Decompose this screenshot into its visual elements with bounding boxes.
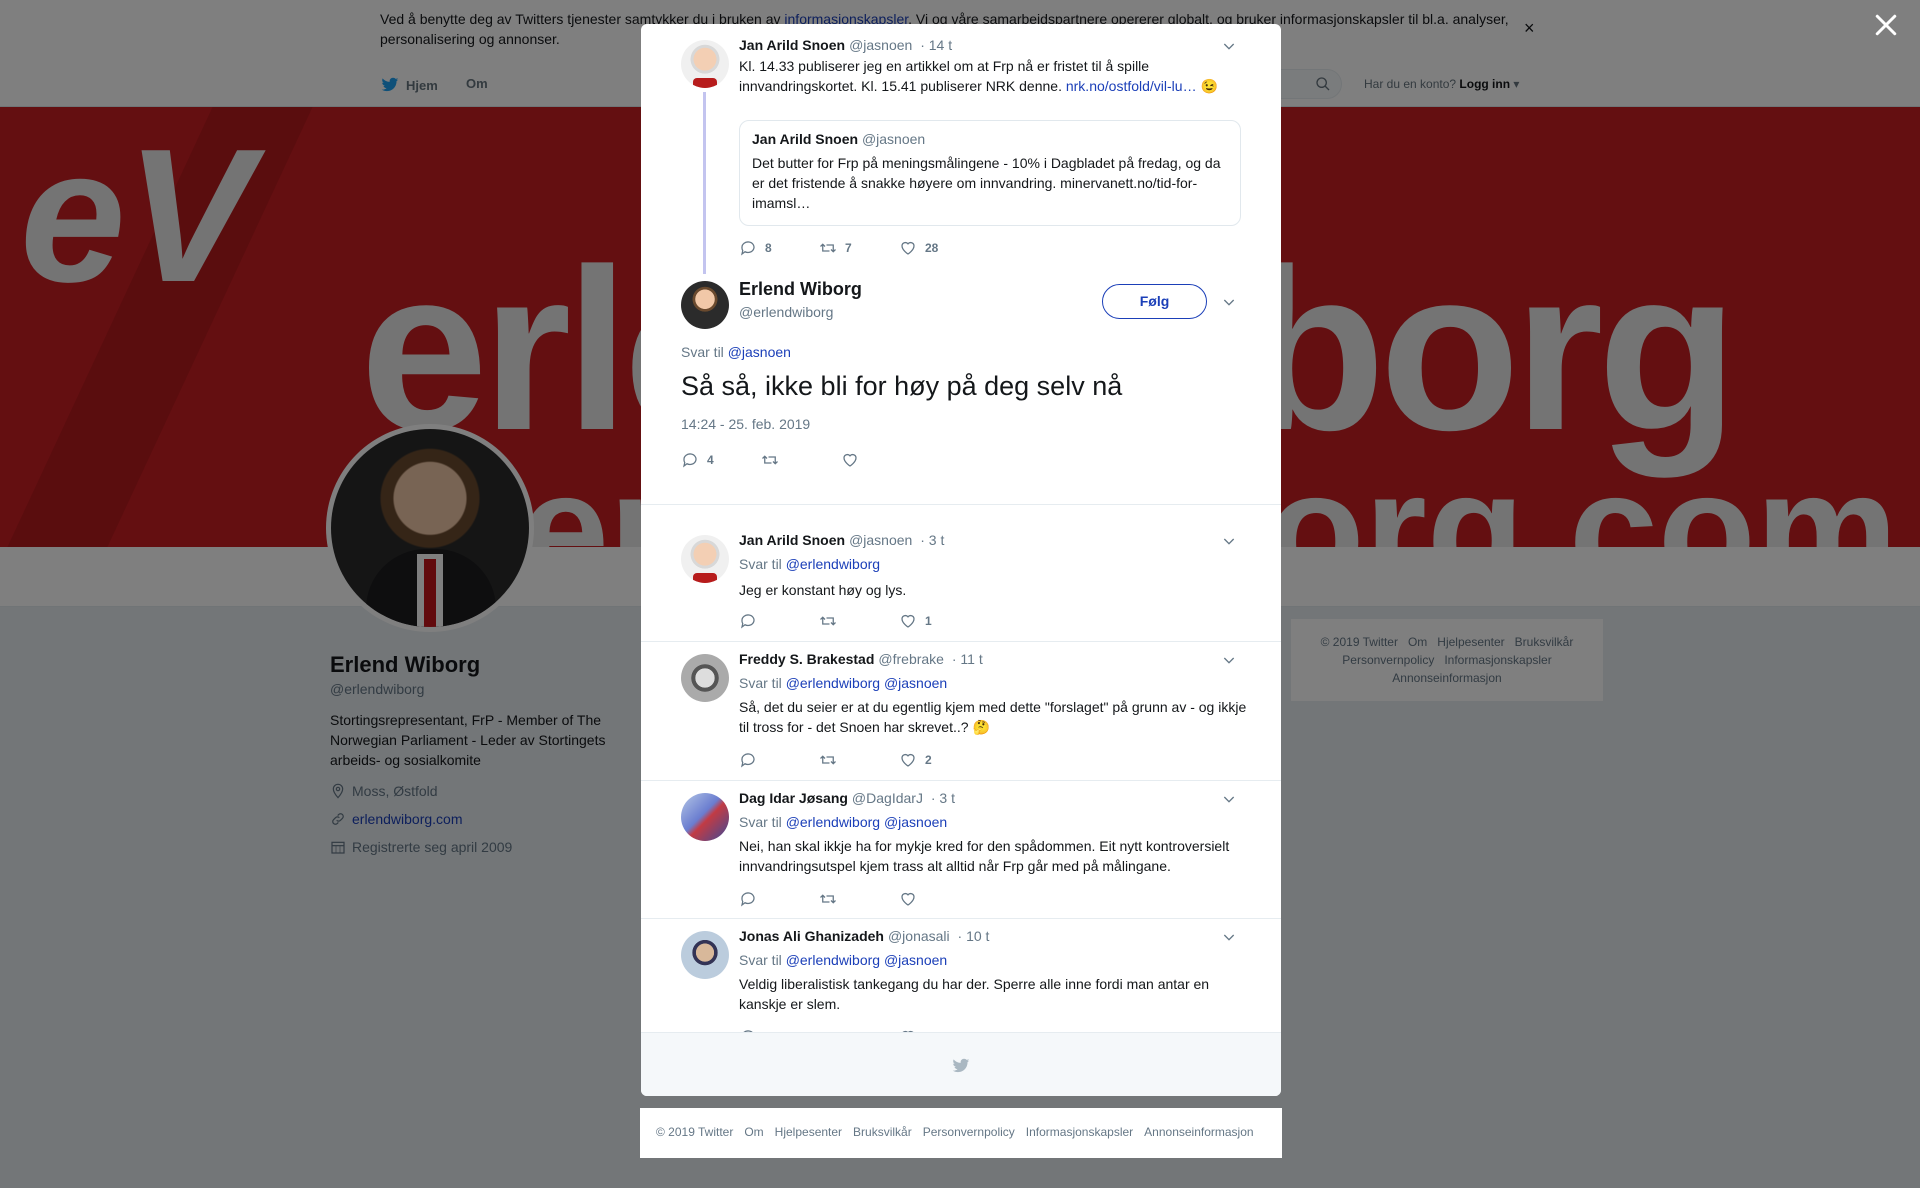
retweet-button[interactable] [761, 451, 841, 469]
avatar[interactable] [681, 535, 729, 583]
avatar[interactable] [681, 281, 729, 329]
reply-button[interactable]: 4 [681, 451, 761, 469]
thread-line [703, 92, 706, 274]
follow-button[interactable]: Følg [1102, 284, 1207, 319]
reply-button[interactable]: 8 [739, 239, 819, 257]
footer-link[interactable]: Informasjonskapsler [1026, 1125, 1133, 1139]
mention-link[interactable]: @jasnoen [728, 344, 791, 360]
list-item[interactable]: Jonas Ali Ghanizadeh @jonasali · 10 t Sva… [641, 919, 1281, 1045]
chevron-down-icon[interactable] [1221, 929, 1237, 945]
main-tweet-actions: 4 [681, 450, 921, 470]
like-button[interactable]: 1 [899, 612, 979, 630]
footer-link[interactable]: © 2019 Twitter [656, 1125, 733, 1139]
modal-footer [641, 1032, 1281, 1096]
reply-button[interactable] [739, 890, 819, 908]
close-icon[interactable] [1871, 10, 1901, 40]
retweet-icon [820, 894, 836, 904]
tweet-actions: 2 [739, 750, 979, 770]
chevron-down-icon[interactable] [1221, 791, 1237, 807]
quoted-tweet[interactable]: Jan Arild Snoen @jasnoen Det butter for … [739, 120, 1241, 226]
twitter-bird-icon [952, 1058, 970, 1073]
reply-icon [741, 892, 755, 907]
footer-link[interactable]: Bruksvilkår [853, 1125, 912, 1139]
avatar[interactable] [681, 793, 729, 841]
tweet-text: Kl. 14.33 publiserer jeg en artikkel om … [739, 58, 1218, 94]
like-button[interactable] [841, 451, 921, 469]
like-button[interactable]: 2 [899, 751, 979, 769]
tweet-modal: Jan Arild Snoen @jasnoen · 14 t Kl. 14.33… [641, 24, 1281, 1096]
main-tweet-author-handle[interactable]: @erlendwiborg [739, 304, 833, 320]
reply-icon [683, 453, 697, 468]
like-button[interactable]: 28 [899, 239, 979, 257]
tweet-author[interactable]: Freddy S. Brakestad @frebrake · 11 t [739, 651, 983, 667]
mention-link[interactable]: @erlendwiborg [786, 675, 880, 691]
mention-link[interactable]: @erlendwiborg [786, 556, 880, 572]
reply-button[interactable] [739, 751, 819, 769]
retweet-icon [820, 755, 836, 765]
retweet-button[interactable] [819, 612, 899, 630]
reply-icon [741, 614, 755, 629]
tweet-actions: 1 [739, 611, 979, 631]
reply-to-line: Svar til @erlendwiborg @jasnoen [739, 814, 948, 830]
reply-to-line: Svar til @jasnoen [681, 344, 791, 360]
chevron-down-icon[interactable] [1221, 294, 1237, 310]
list-item[interactable]: Freddy S. Brakestad @frebrake · 11 t Svar… [641, 642, 1281, 780]
tweet-link[interactable]: nrk.no/ostfold/vil-lu… [1066, 78, 1197, 94]
like-icon [901, 892, 915, 906]
avatar[interactable] [681, 654, 729, 702]
page-footer: © 2019 Twitter Om Hjelpesenter Bruksvilkår P… [640, 1108, 1282, 1158]
retweet-icon [820, 616, 836, 626]
thinking-emoji: 🤔 [972, 719, 990, 735]
mention-link[interactable]: @jasnoen [884, 675, 947, 691]
retweet-button[interactable] [819, 751, 899, 769]
like-icon [843, 453, 857, 467]
tweet-actions: 8 7 28 [739, 238, 979, 258]
chevron-down-icon[interactable] [1221, 38, 1237, 54]
footer-link[interactable]: Hjelpesenter [775, 1125, 842, 1139]
mention-link[interactable]: @erlendwiborg [786, 814, 880, 830]
retweet-button[interactable] [819, 890, 899, 908]
retweet-icon [820, 243, 836, 253]
footer-link[interactable]: Om [744, 1125, 763, 1139]
tweet-text: Så, det du seier er at du egentlig kjem … [739, 699, 1247, 735]
list-item[interactable]: Jan Arild Snoen @jasnoen · 3 t Svar til @… [641, 505, 1281, 641]
like-icon [901, 241, 915, 255]
reply-icon [741, 241, 755, 256]
parent-tweet[interactable]: Jan Arild Snoen @jasnoen · 14 t Kl. 14.33… [641, 24, 1281, 274]
retweet-button[interactable]: 7 [819, 239, 899, 257]
avatar[interactable] [681, 40, 729, 88]
chevron-down-icon[interactable] [1221, 533, 1237, 549]
avatar[interactable] [681, 931, 729, 979]
list-item[interactable]: Dag Idar Jøsang @DagIdarJ · 3 t Svar til … [641, 781, 1281, 919]
tweet-actions [739, 889, 979, 909]
wink-emoji: 😉 [1200, 78, 1218, 94]
main-tweet-text: Så så, ikke bli for høy på deg selv nå [681, 371, 1123, 401]
tweet-author[interactable]: Jan Arild Snoen @jasnoen · 3 t [739, 532, 944, 548]
tweet-text: Jeg er konstant høy og lys. [739, 582, 907, 598]
like-icon [901, 753, 915, 767]
mention-link[interactable]: @jasnoen [884, 952, 947, 968]
main-tweet-timestamp[interactable]: 14:24 - 25. feb. 2019 [681, 416, 810, 432]
mention-link[interactable]: @erlendwiborg [786, 952, 880, 968]
tweet-text: Nei, han skal ikkje ha for mykje kred fo… [739, 838, 1230, 874]
tweet-author[interactable]: Dag Idar Jøsang @DagIdarJ · 3 t [739, 790, 955, 806]
tweet-text: Veldig liberalistisk tankegang du har de… [739, 976, 1210, 1012]
mention-link[interactable]: @jasnoen [884, 814, 947, 830]
quoted-tweet-text: Det butter for Frp på meningsmålingene -… [752, 155, 1221, 211]
like-icon [901, 614, 915, 628]
reply-to-line: Svar til @erlendwiborg @jasnoen [739, 675, 948, 691]
retweet-icon [762, 455, 778, 465]
reply-to-line: Svar til @erlendwiborg [739, 556, 881, 572]
main-tweet-author-name[interactable]: Erlend Wiborg [739, 279, 862, 300]
reply-icon [741, 753, 755, 768]
tweet-author[interactable]: Jan Arild Snoen @jasnoen · 14 t [739, 37, 952, 53]
reply-button[interactable] [739, 612, 819, 630]
footer-link[interactable]: Personvernpolicy [923, 1125, 1015, 1139]
footer-link[interactable]: Annonseinformasjon [1144, 1125, 1253, 1139]
reply-to-line: Svar til @erlendwiborg @jasnoen [739, 952, 948, 968]
like-button[interactable] [899, 890, 979, 908]
tweet-author[interactable]: Jonas Ali Ghanizadeh @jonasali · 10 t [739, 928, 989, 944]
chevron-down-icon[interactable] [1221, 652, 1237, 668]
